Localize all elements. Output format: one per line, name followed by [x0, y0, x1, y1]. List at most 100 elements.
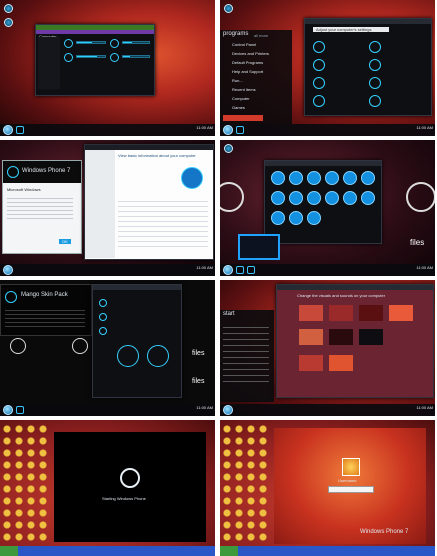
app-tile-icon[interactable]	[307, 211, 321, 225]
settings-icon[interactable]	[369, 95, 381, 107]
settings-icon[interactable]	[313, 41, 325, 53]
start-menu-item[interactable]: Control Panel	[232, 42, 256, 47]
app-tile-icon[interactable]	[289, 211, 303, 225]
app-tile-icon[interactable]	[343, 191, 357, 205]
about-dialog: Windows Phone 7 Microsoft Windows OK	[2, 160, 82, 254]
windows-logo-icon	[181, 167, 203, 189]
desktop-icons-column	[2, 424, 48, 542]
taskbar-app-icon[interactable]	[236, 266, 244, 274]
drive-usage-bar	[122, 55, 150, 58]
settings-icon[interactable]	[313, 59, 325, 71]
drive-icon[interactable]	[64, 53, 73, 62]
start-button[interactable]	[220, 546, 238, 556]
app-tile-icon[interactable]	[271, 171, 285, 185]
desktop-icon-computer[interactable]	[4, 4, 13, 13]
settings-icon[interactable]	[369, 59, 381, 71]
taskbar-app-icon[interactable]	[16, 406, 24, 414]
window-titlebar[interactable]	[305, 19, 431, 24]
windows-logo-icon	[5, 291, 17, 303]
taskbar: 11:00 AM	[0, 264, 215, 276]
app-tile-icon[interactable]	[325, 191, 339, 205]
settings-icon[interactable]	[369, 77, 381, 89]
theme-thumb[interactable]	[329, 355, 353, 371]
thumbnail-preview[interactable]	[238, 234, 280, 260]
start-menu-item[interactable]: Computer	[232, 96, 250, 101]
start-orb-icon[interactable]	[223, 265, 233, 275]
theme-thumb[interactable]	[359, 305, 383, 321]
dialog-body: Microsoft Windows	[7, 187, 41, 192]
taskbar-app-icon[interactable]	[247, 266, 255, 274]
taskbar-app-icon[interactable]	[16, 126, 24, 134]
desktop-icon-computer[interactable]	[224, 144, 233, 153]
drive-usage-bar	[76, 55, 106, 58]
app-tile-icon[interactable]	[307, 191, 321, 205]
theme-thumb[interactable]	[299, 355, 323, 371]
start-menu-items[interactable]	[223, 322, 269, 386]
app-tile-icon[interactable]	[271, 191, 285, 205]
theme-thumb[interactable]	[329, 329, 353, 345]
windows-logo-icon	[7, 166, 19, 178]
clock[interactable]: 11:00 AM	[196, 406, 213, 410]
desktop-icon-recycle[interactable]	[4, 18, 13, 27]
start-orb-icon[interactable]	[223, 405, 233, 415]
app-tile-icon[interactable]	[271, 211, 285, 225]
clock[interactable]: 11:00 AM	[416, 266, 433, 270]
desktop-icons-column	[222, 424, 268, 542]
app-tile-icon[interactable]	[361, 191, 375, 205]
clock[interactable]: 11:00 AM	[196, 266, 213, 270]
settings-icon[interactable]	[313, 77, 325, 89]
tiles-window	[264, 160, 382, 244]
start-menu-item[interactable]: Games	[232, 105, 245, 110]
theme-thumb[interactable]	[359, 329, 383, 345]
drive-icon[interactable]	[110, 53, 119, 62]
start-menu-item[interactable]: Recent Items	[232, 87, 256, 92]
control-panel-window: Adjust your computer's settings	[304, 18, 432, 116]
start-menu-item[interactable]: Run...	[232, 78, 243, 83]
start-orb-icon[interactable]	[3, 405, 13, 415]
start-button[interactable]	[0, 546, 18, 556]
folder-icon[interactable]	[99, 299, 107, 307]
app-tile-icon[interactable]	[307, 171, 321, 185]
start-menu-item[interactable]: Default Programs	[232, 60, 263, 65]
drive-usage-bar	[122, 41, 150, 44]
search-box[interactable]: Adjust your computer's settings	[313, 27, 389, 32]
drive-usage-bar	[76, 41, 106, 44]
start-orb-icon[interactable]	[3, 125, 13, 135]
start-menu-item[interactable]: Devices and Printers	[232, 51, 269, 56]
password-field[interactable]	[328, 486, 374, 493]
app-tile-icon[interactable]	[361, 171, 375, 185]
drive-icon[interactable]	[64, 39, 73, 48]
theme-thumb[interactable]	[299, 305, 323, 321]
window-titlebar[interactable]	[265, 161, 381, 166]
taskbar-app-icon[interactable]	[236, 126, 244, 134]
window-titlebar[interactable]	[93, 285, 181, 290]
app-tile-icon[interactable]	[289, 171, 303, 185]
app-tile-icon[interactable]	[289, 191, 303, 205]
clock[interactable]: 11:00 AM	[416, 126, 433, 130]
decor-ring	[220, 182, 244, 212]
clock[interactable]: 11:00 AM	[416, 406, 433, 410]
settings-icon[interactable]	[313, 95, 325, 107]
drive-icon[interactable]	[147, 345, 169, 367]
drive-icon[interactable]	[117, 345, 139, 367]
settings-icon[interactable]	[369, 41, 381, 53]
system-window: View basic information about your comput…	[84, 144, 214, 260]
start-orb-icon[interactable]	[3, 265, 13, 275]
decor-ring	[72, 338, 88, 354]
explorer-window	[92, 284, 182, 398]
start-menu-item[interactable]: Help and Support	[232, 69, 263, 74]
ok-button[interactable]: OK	[59, 239, 71, 244]
user-avatar[interactable]	[342, 458, 360, 476]
drive-icon[interactable]	[110, 39, 119, 48]
theme-thumb[interactable]	[299, 329, 323, 345]
theme-thumb[interactable]	[329, 305, 353, 321]
desktop-icon-computer[interactable]	[224, 4, 233, 13]
theme-thumb[interactable]	[389, 305, 413, 321]
app-tile-icon[interactable]	[343, 171, 357, 185]
folder-icon[interactable]	[99, 313, 107, 321]
folder-icon[interactable]	[99, 327, 107, 335]
clock[interactable]: 11:00 AM	[196, 126, 213, 130]
app-tile-icon[interactable]	[325, 171, 339, 185]
window-titlebar[interactable]	[277, 285, 433, 290]
start-orb-icon[interactable]	[223, 125, 233, 135]
